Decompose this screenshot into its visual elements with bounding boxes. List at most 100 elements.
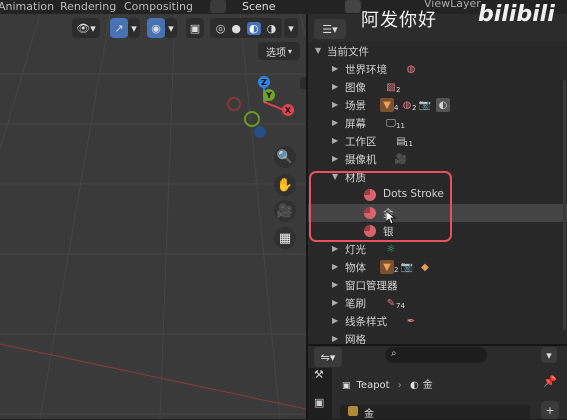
pan-button[interactable]: ✋ bbox=[274, 174, 296, 196]
gizmo-neg-z-axis[interactable] bbox=[254, 126, 266, 138]
scene-icon: ▼ bbox=[380, 98, 394, 112]
outliner-row-world[interactable]: ▶ 世界环境 ◍ bbox=[308, 60, 567, 78]
count-badge: 74 bbox=[396, 302, 405, 310]
visibility-eye-button[interactable]: 👁▾ bbox=[72, 18, 100, 38]
tab-rendering[interactable]: Rendering bbox=[60, 0, 116, 13]
camera-icon: 📷 bbox=[400, 261, 414, 273]
row-label: 网格 bbox=[345, 334, 366, 344]
expand-arrow-icon[interactable]: ▶ bbox=[332, 298, 338, 307]
expand-arrow-icon[interactable]: ▶ bbox=[332, 262, 338, 271]
outliner-row-window-managers[interactable]: ▶ 窗口管理器 bbox=[308, 276, 567, 294]
outliner-row-brushes[interactable]: ▶ 笔刷 ✎ 74 bbox=[308, 294, 567, 312]
outliner-row-workspaces[interactable]: ▶ 工作区 ▤ 11 bbox=[308, 132, 567, 150]
render-tab-icon[interactable]: ▣ bbox=[314, 396, 324, 409]
object-breadcrumb: ▣ Teapot › ◐ 金 bbox=[342, 376, 433, 391]
solid-shading-button[interactable]: ● bbox=[231, 22, 241, 35]
material-preview-button[interactable]: ◐ bbox=[247, 21, 261, 35]
material-name: 金 bbox=[422, 380, 433, 391]
row-label: 图像 bbox=[345, 82, 366, 94]
count-badge: 11 bbox=[396, 122, 405, 130]
shading-dropdown-button[interactable]: ▾ bbox=[284, 18, 298, 38]
outliner-row-lights[interactable]: ▶ 灯光 ☼ bbox=[308, 240, 567, 258]
texture-icon: ◐ bbox=[436, 98, 450, 112]
expand-arrow-icon[interactable]: ▶ bbox=[332, 82, 338, 91]
breadcrumb-separator: › bbox=[397, 380, 402, 391]
row-label: 窗口管理器 bbox=[345, 280, 398, 292]
add-material-slot-button[interactable]: + bbox=[541, 401, 559, 419]
zoom-button[interactable]: 🔍 bbox=[274, 146, 296, 168]
perspective-toggle-button[interactable]: ▦ bbox=[274, 227, 296, 249]
tab-animation[interactable]: Animation bbox=[0, 0, 54, 13]
outliner-row-linestyles[interactable]: ▶ 线条样式 ✒ bbox=[308, 312, 567, 330]
outliner-row-cameras[interactable]: ▶ 摄像机 🎥 bbox=[308, 150, 567, 168]
row-label: 物体 bbox=[345, 262, 366, 274]
properties-search-input[interactable]: ⌕ bbox=[385, 347, 487, 363]
mesh-icon: ◆ bbox=[421, 261, 429, 273]
expand-arrow-icon[interactable]: ▶ bbox=[332, 154, 338, 163]
material-slot-list[interactable]: 金 bbox=[340, 405, 530, 420]
overlay-circles-icon: ◉ bbox=[151, 21, 161, 35]
grid-icon: ▦ bbox=[278, 230, 292, 246]
outliner-scrollbar[interactable] bbox=[563, 80, 566, 330]
editor-type-dropdown[interactable]: ⇋▾ bbox=[314, 347, 342, 367]
row-label: 世界环境 bbox=[345, 64, 387, 76]
shading-mode-group: ◎ ● ◐ ◑ bbox=[210, 18, 282, 38]
world-icon: ◍ bbox=[406, 63, 416, 75]
root-label: 当前文件 bbox=[327, 46, 369, 58]
row-label: 摄像机 bbox=[345, 154, 377, 166]
count-badge: 2 bbox=[412, 104, 417, 112]
hand-icon: ✋ bbox=[276, 177, 294, 193]
watermark-text: 阿发你好 bbox=[361, 10, 437, 31]
row-label: 屏幕 bbox=[345, 118, 366, 130]
pin-icon[interactable]: 📌 bbox=[543, 375, 557, 388]
xray-icon: ▣ bbox=[189, 21, 201, 35]
wireframe-shading-button[interactable]: ◎ bbox=[216, 22, 226, 35]
outliner-row-scenes[interactable]: ▶ 场景 ▼ 4 ◍ 2 📷 ◐ bbox=[308, 96, 567, 114]
scene-name-field[interactable]: Scene bbox=[242, 0, 276, 13]
properties-options-dropdown[interactable]: ▾ bbox=[541, 347, 557, 363]
gizmo-dropdown-button[interactable]: ▾ bbox=[128, 18, 140, 38]
outliner-row-images[interactable]: ▶ 图像 ▨ 2 bbox=[308, 78, 567, 96]
outliner-row-meshes[interactable]: ▶ 网格 bbox=[308, 330, 567, 344]
camera-icon: 📷 bbox=[418, 99, 432, 111]
expand-arrow-icon[interactable]: ▶ bbox=[332, 334, 338, 343]
mouse-cursor-icon bbox=[386, 211, 396, 225]
outliner-row-objects[interactable]: ▶ 物体 ▼ 2 📷 ◆ bbox=[308, 258, 567, 276]
gizmo-toggle-button[interactable]: ↗ bbox=[110, 18, 128, 38]
expand-arrow-icon[interactable]: ▶ bbox=[332, 244, 338, 253]
tab-compositing[interactable]: Compositing bbox=[124, 0, 193, 13]
display-mode-dropdown[interactable]: ☰▾ bbox=[314, 19, 346, 39]
plus-icon: + bbox=[545, 403, 555, 417]
chevron-down-icon: ▾ bbox=[131, 21, 137, 35]
gizmo-neg-x-axis[interactable] bbox=[227, 97, 241, 111]
outliner-row-screens[interactable]: ▶ 屏幕 🖵 11 bbox=[308, 114, 567, 132]
expand-arrow-icon[interactable]: ▶ bbox=[332, 136, 338, 145]
camera-data-icon: 🎥 bbox=[394, 153, 408, 165]
scene-browse-button[interactable] bbox=[210, 0, 226, 13]
gizmo-neg-y-axis[interactable] bbox=[244, 111, 260, 127]
outliner-root-row[interactable]: ▼ 当前文件 bbox=[308, 42, 567, 60]
chevron-down-icon: ▾ bbox=[288, 21, 294, 35]
collapse-arrow-icon[interactable]: ▼ bbox=[315, 46, 321, 55]
rendered-shading-button[interactable]: ◑ bbox=[267, 22, 277, 35]
navigation-gizmo[interactable]: Z Y X bbox=[222, 70, 302, 150]
row-label: 笔刷 bbox=[345, 298, 366, 310]
expand-arrow-icon[interactable]: ▶ bbox=[332, 100, 338, 109]
view-layer-browse-button[interactable] bbox=[345, 0, 361, 13]
chevron-down-icon: ▾ bbox=[168, 21, 174, 35]
object-name: Teapot bbox=[356, 380, 390, 391]
expand-arrow-icon[interactable]: ▶ bbox=[332, 280, 338, 289]
camera-view-button[interactable]: 🎥 bbox=[274, 200, 296, 222]
xray-toggle-button[interactable]: ▣ bbox=[186, 18, 204, 38]
overlay-toggle-button[interactable]: ◉ bbox=[147, 18, 165, 38]
gizmo-y-label: Y bbox=[265, 91, 272, 100]
overlay-dropdown-button[interactable]: ▾ bbox=[165, 18, 177, 38]
expand-arrow-icon[interactable]: ▶ bbox=[332, 64, 338, 73]
options-dropdown[interactable]: 选项 ▾ bbox=[258, 42, 300, 60]
expand-arrow-icon[interactable]: ▶ bbox=[332, 118, 338, 127]
linestyle-icon: ✒ bbox=[406, 315, 416, 327]
expand-arrow-icon[interactable]: ▶ bbox=[332, 316, 338, 325]
tool-tab-icon[interactable]: ⚒ bbox=[314, 368, 324, 381]
annotation-highlight-box bbox=[309, 171, 452, 242]
object-cube-icon: ▣ bbox=[342, 381, 351, 391]
